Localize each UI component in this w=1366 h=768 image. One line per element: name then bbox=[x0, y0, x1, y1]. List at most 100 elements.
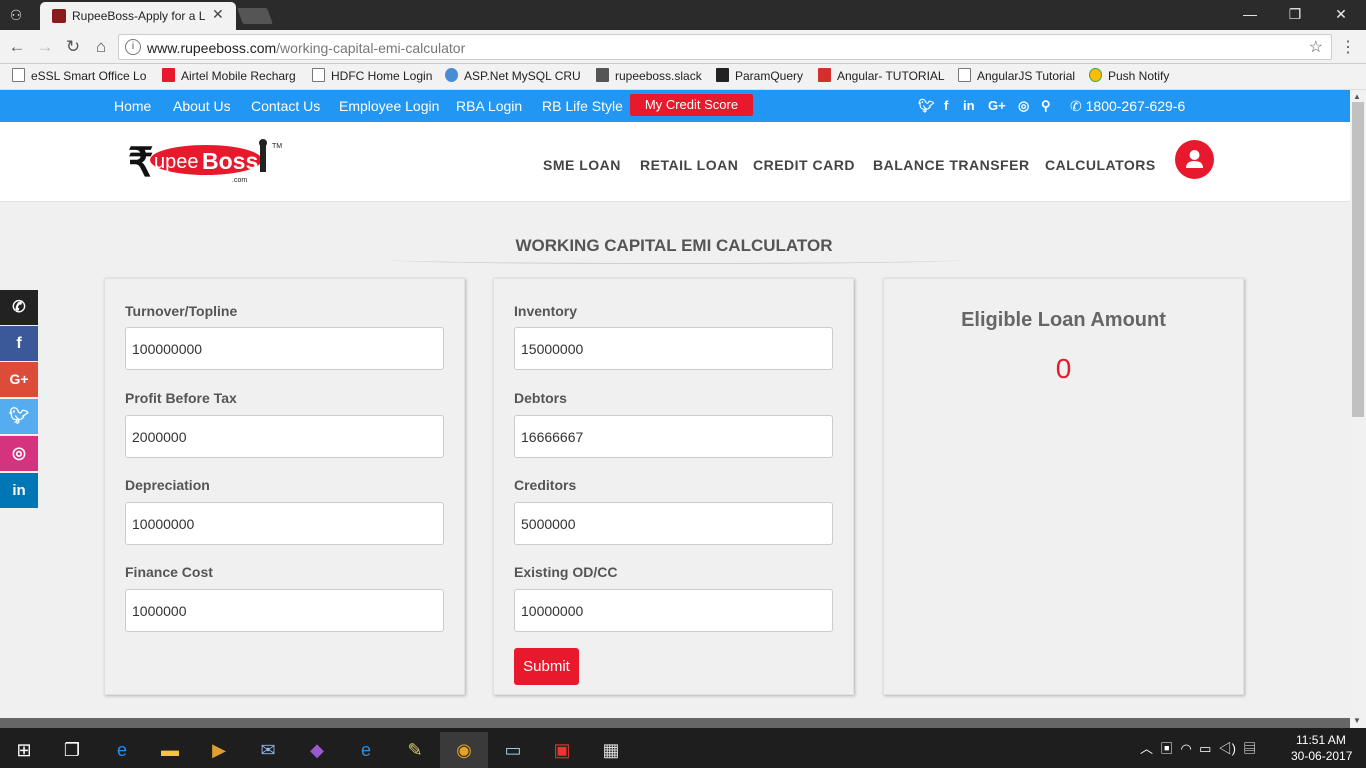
edge-icon[interactable]: e bbox=[98, 732, 146, 768]
bookmark-item[interactable]: AngularJS Tutorial bbox=[958, 68, 1080, 83]
share-instagram-icon[interactable]: ◎ bbox=[0, 436, 38, 471]
chrome-menu-icon[interactable]: ⋮ bbox=[1340, 37, 1356, 57]
bookmark-item[interactable]: eSSL Smart Office Lo bbox=[12, 68, 147, 83]
browser-tab-active[interactable]: RupeeBoss-Apply for a L ✕ bbox=[40, 2, 236, 30]
bookmark-item[interactable]: ASP.Net MySQL CRUI bbox=[445, 68, 581, 83]
browser-title-bar: ⚇ RupeeBoss-Apply for a L ✕ — ❐ ✕ bbox=[0, 0, 1366, 30]
turnover-label: Turnover/Topline bbox=[125, 303, 238, 319]
visual-studio-icon[interactable]: ◆ bbox=[293, 732, 341, 768]
clock-time[interactable]: 11:51 AM bbox=[1296, 733, 1346, 747]
eligible-loan-label: Eligible Loan Amount bbox=[961, 309, 1166, 331]
windows-start-icon[interactable]: ⊞ bbox=[0, 732, 48, 768]
chrome-icon[interactable]: ◉ bbox=[440, 732, 488, 768]
forward-icon[interactable]: → bbox=[34, 37, 56, 57]
volume-icon[interactable]: ◁) bbox=[1219, 741, 1236, 756]
nav-about-link[interactable]: About Us bbox=[173, 98, 231, 114]
share-google-plus-icon[interactable]: G+ bbox=[0, 362, 38, 397]
scroll-up-icon[interactable]: ▲ bbox=[1353, 92, 1361, 101]
share-twitter-icon[interactable]: 🐦︎ bbox=[0, 399, 38, 434]
task-view-icon[interactable]: ❐ bbox=[48, 732, 96, 768]
my-credit-score-button[interactable]: My Credit Score bbox=[630, 94, 753, 116]
notifications-icon[interactable]: ▤ bbox=[1243, 741, 1256, 756]
submit-button[interactable]: Submit bbox=[514, 648, 579, 685]
nav-home-link[interactable]: Home bbox=[114, 98, 151, 114]
svg-text:upee: upee bbox=[154, 151, 199, 173]
minimize-button[interactable]: — bbox=[1235, 4, 1265, 24]
nav-retail-loan[interactable]: RETAIL LOAN bbox=[640, 157, 738, 173]
svg-text:.com: .com bbox=[232, 177, 247, 184]
thunderbird-icon[interactable]: ✉ bbox=[244, 732, 292, 768]
rupeeboss-logo[interactable]: ₹ upee Boss TM .com bbox=[126, 138, 286, 186]
nav-calculators[interactable]: CALCULATORS bbox=[1045, 157, 1156, 173]
show-hidden-icons-icon[interactable]: ︿ bbox=[1140, 741, 1153, 756]
twitter-icon[interactable]: 🐦︎ bbox=[918, 98, 935, 114]
filezilla-icon[interactable]: ▣ bbox=[538, 732, 586, 768]
page-scrollbar[interactable]: ▲ ▼ bbox=[1350, 90, 1366, 728]
instagram-icon[interactable]: ◎ bbox=[1018, 98, 1029, 114]
nav-balance-transfer[interactable]: BALANCE TRANSFER bbox=[873, 157, 1030, 173]
tab-close-icon[interactable]: ✕ bbox=[212, 6, 224, 23]
debtors-label: Debtors bbox=[514, 390, 567, 406]
turnover-input[interactable] bbox=[125, 327, 444, 370]
system-tray[interactable]: ︿ ▣ ◠ ▭ ◁) ▤ bbox=[1140, 738, 1256, 757]
tray-app-icon[interactable]: ▣ bbox=[1160, 741, 1173, 756]
new-tab-button[interactable] bbox=[237, 8, 273, 24]
existing-od-cc-label: Existing OD/CC bbox=[514, 564, 618, 580]
profit-before-tax-label: Profit Before Tax bbox=[125, 390, 237, 406]
scroll-down-icon[interactable]: ▼ bbox=[1353, 716, 1361, 725]
nav-employee-login-link[interactable]: Employee Login bbox=[339, 98, 439, 114]
nav-rba-login-link[interactable]: RBA Login bbox=[456, 98, 522, 114]
tools-icon[interactable]: ✎ bbox=[391, 732, 439, 768]
google-plus-icon[interactable]: G+ bbox=[988, 98, 1006, 113]
bookmark-item[interactable]: HDFC Home Login bbox=[312, 68, 436, 83]
nav-contact-link[interactable]: Contact Us bbox=[251, 98, 320, 114]
nav-credit-card[interactable]: CREDIT CARD bbox=[753, 157, 855, 173]
bookmark-item[interactable]: Airtel Mobile Recharg bbox=[162, 68, 298, 83]
share-phone-icon[interactable]: ✆ bbox=[0, 290, 38, 325]
bookmark-item[interactable]: ParamQuery bbox=[716, 68, 808, 83]
reload-icon[interactable]: ↻ bbox=[62, 37, 84, 57]
url-domain: www.rupeeboss.com bbox=[147, 40, 277, 56]
nav-sme-loan[interactable]: SME LOAN bbox=[543, 157, 621, 173]
back-icon[interactable]: ← bbox=[6, 37, 28, 57]
depreciation-input[interactable] bbox=[125, 502, 444, 545]
existing-od-cc-input[interactable] bbox=[514, 589, 833, 632]
inventory-input[interactable] bbox=[514, 327, 833, 370]
linkedin-icon[interactable]: in bbox=[963, 98, 975, 113]
scroll-thumb[interactable] bbox=[1352, 102, 1364, 417]
debtors-input[interactable] bbox=[514, 415, 833, 458]
eligible-loan-value: 0 bbox=[1055, 353, 1072, 384]
footer-strip bbox=[0, 718, 1350, 728]
phone-number[interactable]: ✆ 1800-267-629-6 bbox=[1070, 98, 1185, 115]
notepad-icon[interactable]: ▭ bbox=[489, 732, 537, 768]
bookmark-item[interactable]: Push Notify bbox=[1089, 68, 1179, 83]
battery-icon[interactable]: ▭ bbox=[1199, 741, 1211, 756]
clock-date[interactable]: 30-06-2017 bbox=[1291, 749, 1352, 763]
media-player-icon[interactable]: ▶ bbox=[195, 732, 243, 768]
home-icon[interactable]: ⌂ bbox=[90, 37, 112, 57]
creditors-input[interactable] bbox=[514, 502, 833, 545]
facebook-icon[interactable]: f bbox=[944, 98, 948, 113]
bookmark-item[interactable]: Angular- TUTORIAL bbox=[818, 68, 948, 83]
bookmark-star-icon[interactable]: ☆ bbox=[1309, 37, 1323, 57]
bookmark-item[interactable]: rupeeboss.slack bbox=[596, 68, 706, 83]
user-icon bbox=[1186, 150, 1203, 168]
restore-button[interactable]: ❐ bbox=[1280, 4, 1310, 24]
page-icon bbox=[958, 68, 971, 82]
wifi-icon[interactable]: ◠ bbox=[1181, 741, 1192, 756]
info-icon[interactable]: i bbox=[125, 39, 141, 55]
calculator-icon[interactable]: ▦ bbox=[587, 732, 635, 768]
nav-rb-lifestyle-link[interactable]: RB Life Style bbox=[542, 98, 623, 114]
creditors-label: Creditors bbox=[514, 477, 577, 493]
location-icon[interactable]: ⚲ bbox=[1041, 98, 1051, 114]
share-facebook-icon[interactable]: f bbox=[0, 326, 38, 361]
close-window-button[interactable]: ✕ bbox=[1326, 4, 1356, 24]
file-explorer-icon[interactable]: ▬ bbox=[146, 732, 194, 768]
internet-explorer-icon[interactable]: e bbox=[342, 732, 390, 768]
svg-text:TM: TM bbox=[272, 143, 282, 150]
profit-before-tax-input[interactable] bbox=[125, 415, 444, 458]
share-linkedin-icon[interactable]: in bbox=[0, 473, 38, 508]
address-bar[interactable]: i www.rupeeboss.com/working-capital-emi-… bbox=[118, 34, 1332, 60]
user-account-button[interactable] bbox=[1175, 140, 1214, 179]
finance-cost-input[interactable] bbox=[125, 589, 444, 632]
